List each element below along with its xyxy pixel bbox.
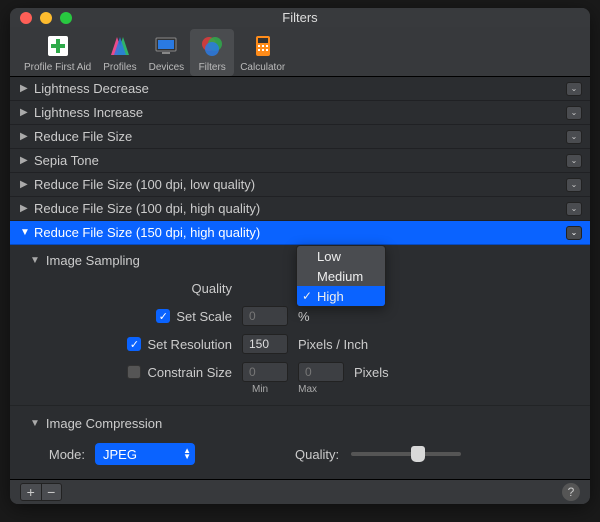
set-resolution-unit: Pixels / Inch [298, 337, 368, 352]
disclosure-right-icon: ▶ [20, 203, 30, 214]
toolbar: Profile First Aid Profiles Devices Filte… [10, 27, 590, 77]
window-controls [20, 12, 72, 24]
tool-profile-first-aid[interactable]: Profile First Aid [18, 29, 97, 76]
filter-row[interactable]: ▶ Lightness Decrease ⌄ [10, 77, 590, 101]
disclosure-right-icon: ▶ [20, 179, 30, 190]
minimize-icon[interactable] [40, 12, 52, 24]
disclosure-down-icon: ▼ [30, 255, 40, 266]
zoom-icon[interactable] [60, 12, 72, 24]
compression-quality-label: Quality: [295, 447, 339, 462]
quality-label: Quality [192, 281, 232, 296]
chevron-down-icon[interactable]: ⌄ [566, 106, 582, 120]
compression-quality-slider[interactable] [351, 444, 461, 464]
quality-option-medium[interactable]: Medium [297, 266, 385, 286]
chevron-down-icon[interactable]: ⌄ [566, 82, 582, 96]
tool-label: Filters [199, 62, 226, 73]
profile-first-aid-icon [44, 32, 72, 60]
min-label: Min [252, 384, 268, 395]
tool-filters[interactable]: Filters [190, 29, 234, 76]
set-scale-field[interactable]: 0 [242, 306, 288, 326]
chevron-down-icon[interactable]: ⌄ [566, 226, 582, 240]
window-title: Filters [10, 10, 590, 25]
footer: + − ? [10, 479, 590, 504]
set-scale-label: Set Scale [176, 309, 232, 324]
set-resolution-label: Set Resolution [147, 337, 232, 352]
chevron-down-icon[interactable]: ⌄ [566, 130, 582, 144]
filters-window: Filters Profile First Aid Profiles Devic… [10, 8, 590, 504]
titlebar: Filters [10, 8, 590, 27]
set-resolution-field[interactable]: 150 [242, 334, 288, 354]
filters-icon [198, 32, 226, 60]
image-compression-header[interactable]: ▼ Image Compression [10, 412, 590, 437]
filter-row[interactable]: ▶ Reduce File Size ⌄ [10, 125, 590, 149]
image-sampling-panel: ▼ Image Sampling Low Medium ✓High Qualit… [10, 245, 590, 405]
calculator-icon [249, 32, 277, 60]
tool-label: Calculator [240, 62, 285, 73]
tool-devices[interactable]: Devices [143, 29, 191, 76]
filter-label: Reduce File Size (100 dpi, low quality) [34, 177, 255, 192]
filter-row[interactable]: ▶ Reduce File Size (100 dpi, low quality)… [10, 173, 590, 197]
disclosure-right-icon: ▶ [20, 83, 30, 94]
quality-option-low[interactable]: Low [297, 246, 385, 266]
close-icon[interactable] [20, 12, 32, 24]
tool-calculator[interactable]: Calculator [234, 29, 291, 76]
constrain-max-field[interactable]: 0 [298, 362, 344, 382]
disclosure-right-icon: ▶ [20, 155, 30, 166]
filter-row[interactable]: ▶ Reduce File Size (100 dpi, high quality… [10, 197, 590, 221]
check-icon: ✓ [302, 289, 312, 303]
tool-label: Devices [149, 62, 185, 73]
slider-thumb[interactable] [411, 446, 425, 462]
filter-row-selected[interactable]: ▼ Reduce File Size (150 dpi, high quality… [10, 221, 590, 245]
set-scale-unit: % [298, 309, 310, 324]
chevron-down-icon[interactable]: ⌄ [566, 202, 582, 216]
add-button[interactable]: + [21, 484, 42, 500]
chevron-down-icon[interactable]: ⌄ [566, 178, 582, 192]
filter-row[interactable]: ▶ Lightness Increase ⌄ [10, 101, 590, 125]
tool-label: Profiles [103, 62, 136, 73]
set-resolution-checkbox[interactable]: ✓ [127, 337, 141, 351]
quality-menu[interactable]: Low Medium ✓High [296, 245, 386, 307]
slider-track [351, 452, 461, 456]
mode-select[interactable]: JPEG ▲▼ [95, 443, 195, 465]
filter-list: ▶ Lightness Decrease ⌄ ▶ Lightness Increase… [10, 77, 590, 245]
mode-label: Mode: [30, 447, 95, 462]
chevron-down-icon[interactable]: ⌄ [566, 154, 582, 168]
filter-row[interactable]: ▶ Sepia Tone ⌄ [10, 149, 590, 173]
disclosure-right-icon: ▶ [20, 131, 30, 142]
constrain-unit: Pixels [354, 365, 389, 380]
constrain-min-field[interactable]: 0 [242, 362, 288, 382]
quality-option-high[interactable]: ✓High [297, 286, 385, 306]
remove-button[interactable]: − [42, 484, 62, 500]
image-compression-panel: ▼ Image Compression Mode: JPEG ▲▼ Qualit… [10, 405, 590, 479]
constrain-size-checkbox[interactable] [127, 365, 141, 379]
filter-label: Sepia Tone [34, 153, 99, 168]
filter-label: Reduce File Size [34, 129, 132, 144]
disclosure-right-icon: ▶ [20, 107, 30, 118]
disclosure-down-icon: ▼ [20, 227, 30, 238]
tool-profiles[interactable]: Profiles [97, 29, 142, 76]
filter-label: Reduce File Size (150 dpi, high quality) [34, 225, 260, 240]
devices-icon [152, 32, 180, 60]
max-label: Max [298, 384, 317, 395]
profiles-icon [106, 32, 134, 60]
disclosure-down-icon: ▼ [30, 418, 40, 429]
add-remove-segment: + − [20, 483, 62, 501]
set-scale-checkbox[interactable]: ✓ [156, 309, 170, 323]
filter-label: Reduce File Size (100 dpi, high quality) [34, 201, 260, 216]
tool-label: Profile First Aid [24, 62, 91, 73]
help-button[interactable]: ? [562, 483, 580, 501]
updown-icon: ▲▼ [183, 448, 191, 460]
constrain-size-label: Constrain Size [147, 365, 232, 380]
filter-label: Lightness Increase [34, 105, 143, 120]
filter-label: Lightness Decrease [34, 81, 149, 96]
